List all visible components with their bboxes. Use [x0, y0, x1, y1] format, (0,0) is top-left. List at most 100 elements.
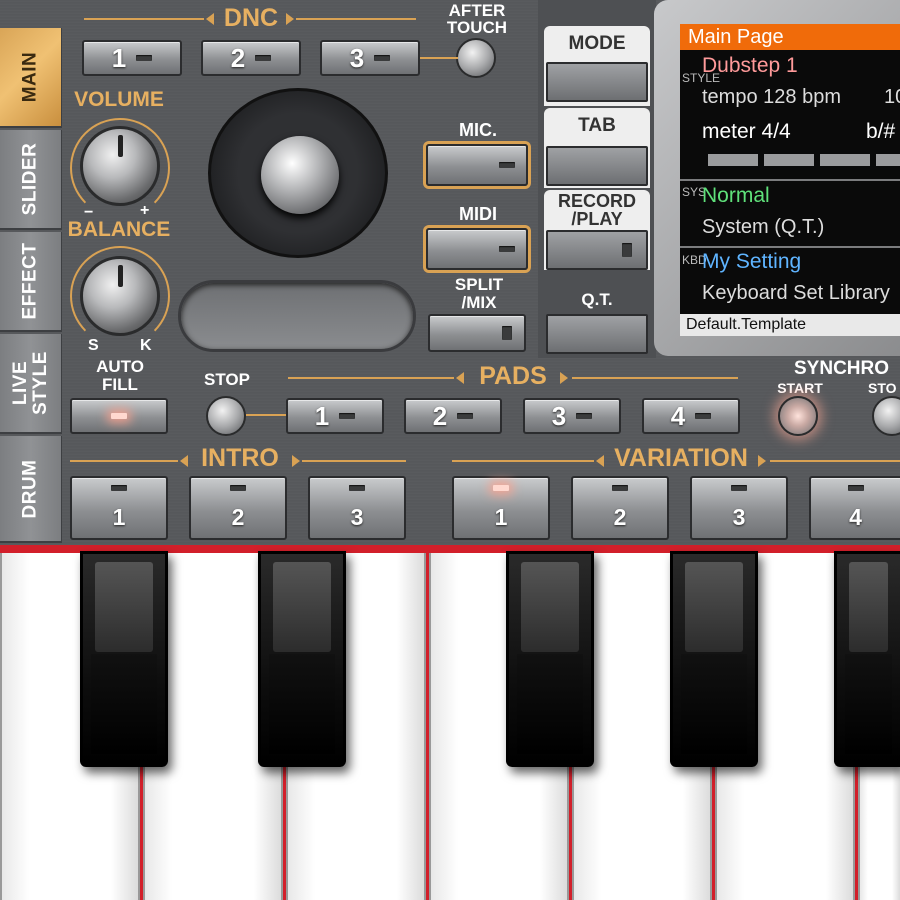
- dnc-led-1: [136, 55, 153, 61]
- split-mix-label: SPLIT /MIX: [454, 275, 504, 312]
- pad-button-4[interactable]: 4: [642, 398, 740, 434]
- balance-label: BALANCE: [67, 218, 171, 241]
- black-key-2-shade: [269, 654, 335, 754]
- jog-ball: [261, 136, 339, 214]
- dnc-button-2[interactable]: 2: [201, 40, 301, 76]
- intro-button-1-label: 1: [112, 504, 126, 531]
- screen-separator-1: [680, 179, 900, 181]
- black-key-1-shade: [91, 654, 157, 754]
- intro-line-right: [302, 460, 406, 462]
- pad-button-1[interactable]: 1: [286, 398, 384, 434]
- pad-button-2-label: 2: [432, 400, 448, 431]
- tab-button[interactable]: [546, 146, 648, 186]
- tab-drum[interactable]: DRUM: [0, 436, 62, 543]
- pad-button-3-label: 3: [551, 400, 567, 431]
- variation-button-4[interactable]: 4: [809, 476, 900, 540]
- intro-arrow-left-icon: [180, 455, 188, 467]
- intro-title: INTRO: [201, 444, 279, 472]
- balance-knob[interactable]: [80, 256, 160, 336]
- black-key-2-shine: [273, 562, 331, 652]
- variation-led-3: [731, 484, 747, 491]
- pads-title: PADS: [479, 362, 547, 390]
- tab-live-style[interactable]: LIVE STYLE: [0, 334, 62, 434]
- screen-kbd-tag: KBD: [682, 253, 707, 267]
- black-key-5[interactable]: [834, 551, 900, 767]
- intro-button-2[interactable]: 2: [189, 476, 287, 540]
- black-key-1[interactable]: [80, 551, 168, 767]
- pad-led-1: [339, 413, 356, 419]
- intro-button-2-label: 2: [231, 504, 245, 531]
- style-meter: meter 4/4: [702, 120, 791, 143]
- screen-footer: Default.Template: [680, 314, 900, 336]
- stop-button[interactable]: [206, 396, 246, 436]
- stop-connector: [246, 414, 286, 416]
- pad-button-1-label: 1: [314, 400, 330, 431]
- black-key-3-shine: [521, 562, 579, 652]
- style-tempo: tempo 128 bpm: [702, 86, 841, 108]
- qt-button[interactable]: [546, 314, 648, 354]
- variation-line-left: [452, 460, 594, 462]
- screen-header[interactable]: Main Page: [680, 24, 900, 50]
- variation-button-1[interactable]: 1: [452, 476, 550, 540]
- auto-fill-led: [111, 413, 127, 419]
- pad-button-4-label: 4: [670, 400, 686, 431]
- intro-led-3: [349, 484, 365, 491]
- variation-arrow-left-icon: [596, 455, 604, 467]
- synchro-stop-button[interactable]: [872, 396, 900, 436]
- style-name[interactable]: Dubstep 1: [702, 54, 798, 78]
- auto-fill-label: AUTO FILL: [96, 357, 144, 394]
- dnc-arrow-left-icon: [206, 13, 214, 25]
- after-touch-knob[interactable]: [456, 38, 496, 78]
- black-key-3[interactable]: [506, 551, 594, 767]
- dnc-button-1[interactable]: 1: [82, 40, 182, 76]
- pad-button-3[interactable]: 3: [523, 398, 621, 434]
- meter-beat-1: [708, 154, 758, 166]
- tab-effect[interactable]: EFFECT: [0, 232, 62, 332]
- volume-notch: [118, 135, 123, 157]
- record-play-button[interactable]: [546, 230, 648, 270]
- intro-led-2: [230, 484, 246, 491]
- auto-fill-button[interactable]: [70, 398, 168, 434]
- variation-button-2-label: 2: [613, 504, 627, 531]
- touch-pad[interactable]: [178, 280, 416, 352]
- black-key-4-shade: [681, 654, 747, 754]
- tab-effect-label: EFFECT: [19, 242, 41, 320]
- variation-button-1-label: 1: [494, 504, 508, 531]
- dnc-button-3[interactable]: 3: [320, 40, 420, 76]
- pads-line-right: [572, 377, 738, 379]
- tab-live-style-label: LIVE STYLE: [9, 351, 51, 415]
- variation-button-2[interactable]: 2: [571, 476, 669, 540]
- kbd-name[interactable]: My Setting: [702, 250, 801, 274]
- tab-slider[interactable]: SLIDER: [0, 130, 62, 230]
- screen-separator-2: [680, 246, 900, 248]
- pad-button-2[interactable]: 2: [404, 398, 502, 434]
- dnc-arrow-right-icon: [286, 13, 294, 25]
- piano-keyboard: [0, 545, 900, 900]
- volume-knob[interactable]: [80, 126, 160, 206]
- sys-sub: System (Q.T.): [702, 216, 825, 238]
- jog-wheel[interactable]: [208, 88, 388, 258]
- balance-left: S: [88, 337, 99, 354]
- synchro-stop-label: STO: [868, 380, 897, 396]
- stop-label: STOP: [204, 370, 250, 389]
- balance-notch: [118, 265, 123, 287]
- black-key-3-shade: [517, 654, 583, 754]
- dnc-button-3-label: 3: [349, 42, 365, 73]
- black-key-4[interactable]: [670, 551, 758, 767]
- mic-button[interactable]: [426, 144, 528, 186]
- dnc-title: DNC: [223, 4, 279, 32]
- intro-button-1[interactable]: 1: [70, 476, 168, 540]
- midi-button[interactable]: [426, 228, 528, 270]
- intro-button-3[interactable]: 3: [308, 476, 406, 540]
- variation-button-3[interactable]: 3: [690, 476, 788, 540]
- tab-main-label: MAIN: [19, 51, 41, 103]
- mode-button[interactable]: [546, 62, 648, 102]
- split-mix-button[interactable]: [428, 314, 526, 352]
- tab-main[interactable]: MAIN: [0, 28, 62, 128]
- synchro-title: SYNCHRO: [794, 358, 890, 379]
- intro-line-left: [70, 460, 178, 462]
- sys-name[interactable]: Normal: [702, 184, 770, 208]
- synchro-start-button[interactable]: [778, 396, 818, 436]
- black-key-5-shine: [849, 562, 888, 652]
- black-key-2[interactable]: [258, 551, 346, 767]
